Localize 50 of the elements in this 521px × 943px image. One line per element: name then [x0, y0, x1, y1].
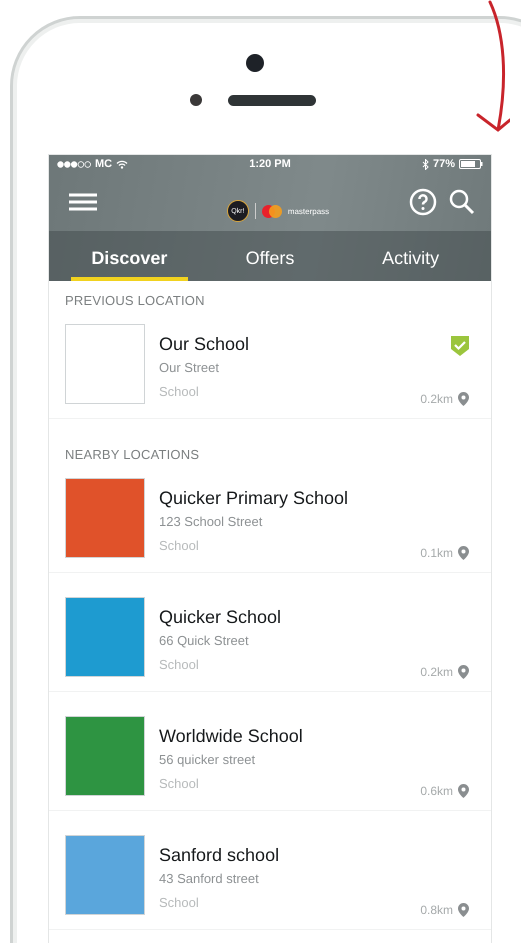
location-distance: 0.1km — [420, 546, 453, 560]
location-name: Our School — [159, 334, 250, 355]
nav-tab[interactable]: Activity — [352, 231, 470, 281]
bluetooth-icon — [422, 158, 429, 170]
location-pin-icon — [458, 784, 469, 798]
location-type: School — [159, 538, 200, 553]
location-name: Quicker School — [159, 607, 282, 628]
location-row[interactable]: Our School Our Street School 0.2km — [49, 316, 491, 419]
camera-icon — [246, 54, 264, 72]
location-pin-icon — [458, 546, 469, 560]
nav-tab[interactable]: Discover — [71, 231, 188, 281]
help-icon[interactable] — [408, 188, 437, 216]
circles-logo-icon — [262, 204, 282, 218]
location-type: School — [159, 895, 200, 910]
location-address: 56 quicker street — [159, 752, 256, 767]
battery-icon — [458, 159, 483, 169]
location-distance: 0.2km — [420, 665, 453, 679]
location-row[interactable]: Quicker Primary School 123 School Street School 0.1km — [49, 470, 491, 573]
section-heading: NEARBY LOCATIONS — [64, 446, 200, 464]
location-address: 66 Quick Street — [159, 633, 250, 648]
location-distance: 0.6km — [420, 784, 453, 798]
location-pin-icon — [458, 665, 469, 679]
partner-logo-text: masterpass — [288, 206, 330, 216]
location-pin-icon — [458, 392, 469, 406]
location-row[interactable]: Quicker School 66 Quick Street School 0.2km — [49, 589, 491, 692]
location-address: Our Street — [159, 360, 220, 375]
location-address: 43 Sanford street — [159, 871, 260, 886]
location-row[interactable]: Worldwide School 56 quicker street School 0.6km — [49, 708, 491, 811]
speaker-icon — [228, 94, 316, 106]
location-distance: 0.2km — [420, 392, 453, 406]
battery-percent: 77% — [432, 158, 455, 170]
location-distance: 0.8km — [420, 903, 453, 917]
menu-icon[interactable] — [69, 193, 97, 211]
location-name: Sanford school — [159, 845, 280, 866]
location-name: Quicker Primary School — [159, 488, 350, 509]
location-type: School — [159, 776, 200, 791]
location-address: 123 School Street — [159, 514, 264, 529]
status-time: 1:20 PM — [249, 158, 291, 170]
location-row[interactable]: Sanford school 43 Sanford street School 0.8km — [49, 827, 491, 930]
nav-tab[interactable]: Offers — [212, 231, 328, 281]
location-type: School — [159, 657, 200, 672]
section-heading: PREVIOUS LOCATION — [64, 292, 206, 310]
search-icon[interactable] — [448, 189, 475, 215]
location-pin-icon — [458, 903, 469, 917]
signal-icon — [57, 160, 91, 168]
location-name: Worldwide School — [159, 726, 304, 747]
location-type: School — [159, 384, 200, 399]
wifi-icon — [116, 160, 128, 168]
carrier-name: MC — [95, 158, 112, 170]
sensor-icon — [190, 94, 202, 106]
